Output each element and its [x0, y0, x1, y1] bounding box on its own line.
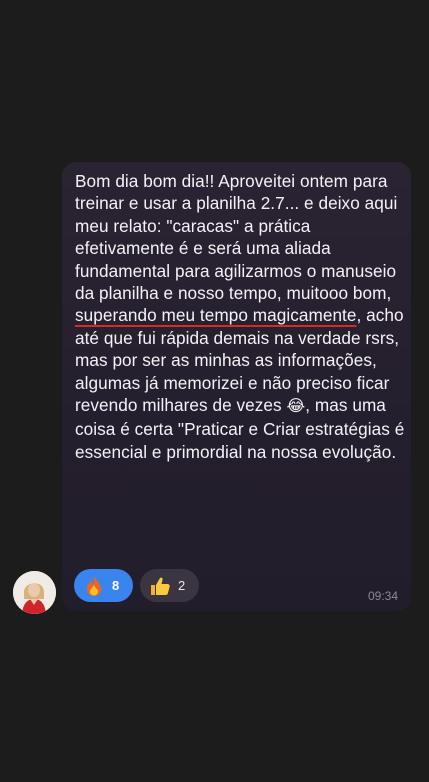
message-text-part-1: Bom dia bom dia!! Aproveitei ontem para … [75, 171, 398, 304]
message-underlined-text: superando meu tempo magicamente [75, 305, 357, 326]
message-timestamp: 09:34 [367, 589, 398, 603]
thumbs-up-icon [149, 575, 171, 597]
chat-screen: Bom dia bom dia!! Aproveitei ontem para … [0, 0, 429, 782]
sender-avatar[interactable] [13, 571, 56, 614]
message-text: Bom dia bom dia!! Aproveitei ontem para … [75, 170, 405, 463]
reaction-thumbs-up-count: 2 [178, 578, 186, 593]
reaction-thumbs-up[interactable]: 2 [140, 569, 199, 602]
message-bubble[interactable]: Bom dia bom dia!! Aproveitei ontem para … [62, 162, 411, 611]
avatar-image [13, 571, 56, 614]
reaction-fire-count: 8 [112, 578, 120, 593]
laughing-emoji: 😂 [286, 398, 306, 416]
reaction-fire[interactable]: 8 [74, 569, 133, 602]
reactions-bar: 8 2 [74, 569, 199, 602]
fire-icon [83, 575, 105, 597]
